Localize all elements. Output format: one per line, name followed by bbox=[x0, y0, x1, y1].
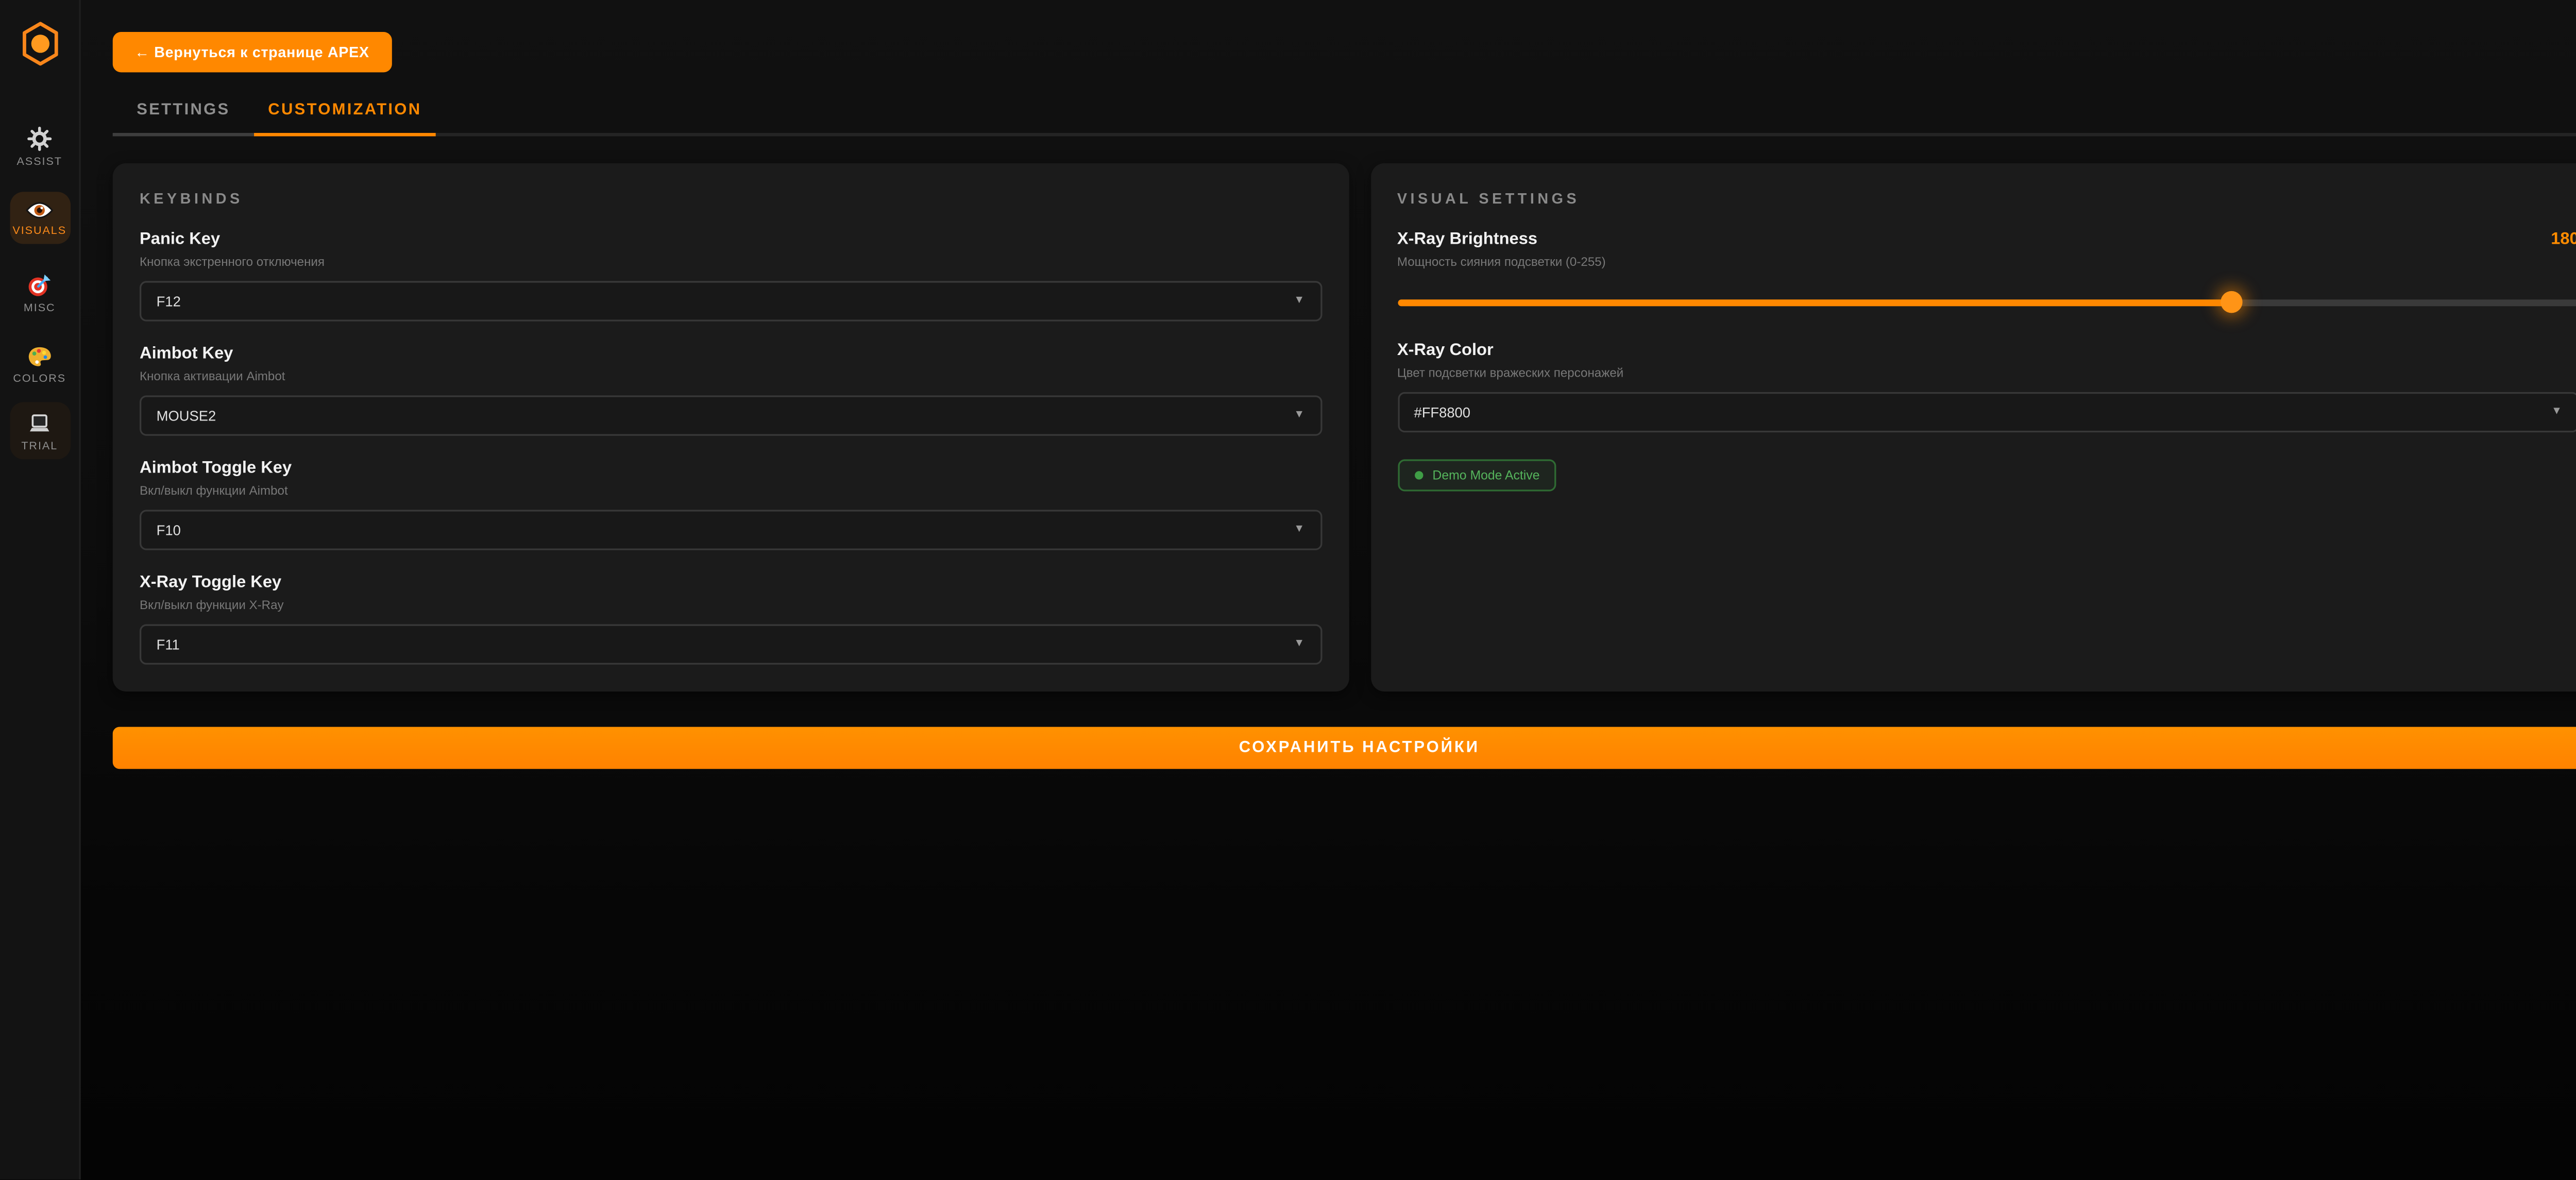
xray-toggle-key-select[interactable]: F11 ▼ bbox=[140, 624, 1321, 664]
app-logo bbox=[21, 22, 58, 65]
chevron-down-icon: ▼ bbox=[1294, 626, 1304, 663]
select-value: MOUSE2 bbox=[157, 397, 216, 434]
chevron-down-icon: ▼ bbox=[1294, 397, 1304, 434]
sidebar-item-label: ASSIST bbox=[17, 156, 62, 167]
sidebar-item-colors[interactable]: COLORS bbox=[13, 344, 66, 385]
sidebar-item-assist[interactable]: ASSIST bbox=[17, 126, 62, 167]
panic-key-select[interactable]: F12 ▼ bbox=[140, 281, 1321, 321]
xray-color-select[interactable]: #FF8800 ▼ bbox=[1397, 392, 2576, 432]
tab-customization[interactable]: CUSTOMIZATION bbox=[254, 101, 436, 137]
sidebar-item-label: COLORS bbox=[13, 374, 66, 385]
panic-key-field: Panic Key Кнопка экстренного отключения … bbox=[140, 230, 1321, 321]
demo-mode-badge-label: Demo Mode Active bbox=[1432, 468, 1539, 483]
field-description: Вкл/выкл функции X-Ray bbox=[140, 597, 1321, 612]
select-value: #FF8800 bbox=[1414, 394, 1470, 431]
field-label: Aimbot Toggle Key bbox=[140, 459, 1321, 478]
brightness-slider-fill bbox=[1397, 299, 2231, 307]
save-settings-button[interactable]: СОХРАНИТЬ НАСТРОЙКИ bbox=[113, 727, 2576, 769]
select-value: F10 bbox=[157, 512, 181, 549]
field-description: Кнопка активации Aimbot bbox=[140, 368, 1321, 383]
sidebar-item-visuals[interactable]: VISUALS bbox=[9, 191, 70, 244]
sidebar-item-label: TRIAL bbox=[21, 440, 58, 452]
hexagon-logo-icon bbox=[21, 22, 58, 65]
field-description: Кнопка экстренного отключения bbox=[140, 254, 1321, 269]
tab-bar: SETTINGS CUSTOMIZATION bbox=[113, 101, 2576, 137]
aimbot-key-select[interactable]: MOUSE2 ▼ bbox=[140, 395, 1321, 435]
brightness-slider[interactable] bbox=[1397, 291, 2576, 313]
app-window: ASSIST VISUALS bbox=[0, 0, 2576, 1179]
visual-settings-section-title: VISUAL SETTINGS bbox=[1397, 190, 2576, 207]
field-label: X-Ray Toggle Key bbox=[140, 574, 1321, 592]
field-description: Вкл/выкл функции Aimbot bbox=[140, 483, 1321, 498]
status-dot-icon bbox=[1414, 470, 1423, 480]
xray-color-field: X-Ray Color Цвет подсветки вражеских пер… bbox=[1397, 342, 2576, 432]
field-label: X-Ray Color bbox=[1397, 342, 2576, 360]
brightness-value: 180 bbox=[2551, 230, 2576, 249]
chevron-down-icon: ▼ bbox=[1294, 283, 1304, 320]
chevron-down-icon: ▼ bbox=[2551, 394, 2562, 431]
xray-toggle-key-field: X-Ray Toggle Key Вкл/выкл функции X-Ray … bbox=[140, 574, 1321, 664]
field-label: Panic Key bbox=[140, 230, 1321, 249]
visual-settings-card: VISUAL SETTINGS X-Ray Brightness 180 Мощ… bbox=[1370, 163, 2576, 692]
select-value: F12 bbox=[157, 283, 181, 320]
tab-settings[interactable]: SETTINGS bbox=[113, 101, 254, 137]
field-description: Мощность сияния подсветки (0-255) bbox=[1397, 254, 2576, 269]
aimbot-toggle-key-field: Aimbot Toggle Key Вкл/выкл функции Aimbo… bbox=[140, 459, 1321, 550]
sidebar-item-label: VISUALS bbox=[12, 226, 66, 238]
field-label: Aimbot Key bbox=[140, 345, 1321, 363]
aimbot-key-field: Aimbot Key Кнопка активации Aimbot MOUSE… bbox=[140, 345, 1321, 435]
field-label: X-Ray Brightness bbox=[1397, 230, 1537, 249]
select-value: F11 bbox=[157, 626, 180, 663]
gear-icon bbox=[27, 126, 52, 151]
keybinds-section-title: KEYBINDS bbox=[140, 190, 1321, 207]
keybinds-card: KEYBINDS Panic Key Кнопка экстренного от… bbox=[113, 163, 1348, 692]
target-icon bbox=[27, 273, 52, 298]
back-to-apex-button[interactable]: ← Вернуться к странице APEX bbox=[113, 32, 391, 72]
sidebar-item-misc[interactable]: MISC bbox=[24, 273, 56, 314]
sidebar-item-label: MISC bbox=[24, 302, 56, 314]
aimbot-toggle-key-select[interactable]: F10 ▼ bbox=[140, 510, 1321, 550]
eye-icon bbox=[25, 199, 54, 221]
demo-mode-badge: Demo Mode Active bbox=[1397, 459, 1556, 491]
main-content: ← Вернуться к странице APEX SETTINGS CUS… bbox=[81, 0, 2576, 1179]
laptop-icon bbox=[27, 411, 52, 436]
palette-icon bbox=[27, 344, 52, 369]
sidebar-item-trial[interactable]: TRIAL bbox=[9, 402, 70, 458]
field-description: Цвет подсветки вражеских персонажей bbox=[1397, 365, 2576, 380]
brightness-slider-thumb[interactable] bbox=[2221, 291, 2242, 313]
chevron-down-icon: ▼ bbox=[1294, 512, 1304, 549]
xray-brightness-field: X-Ray Brightness 180 Мощность сияния под… bbox=[1397, 230, 2576, 313]
sidebar: ASSIST VISUALS bbox=[0, 0, 81, 1179]
